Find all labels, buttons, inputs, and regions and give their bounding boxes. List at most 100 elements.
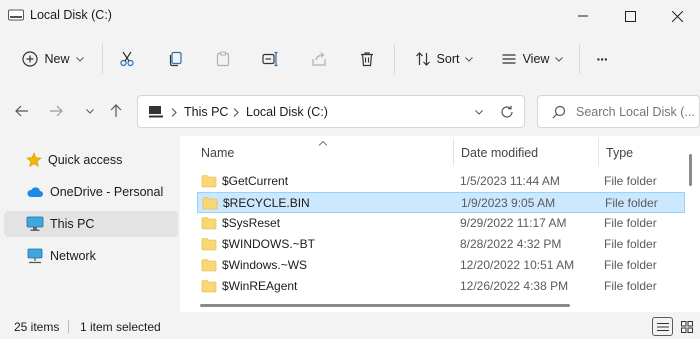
file-name: $Windows.~WS xyxy=(222,258,308,272)
table-row[interactable]: $Windows.~WS 12/20/2022 10:51 AM File fold… xyxy=(197,255,685,276)
file-name: $WinREAgent xyxy=(222,279,298,293)
nav-item-label: Quick access xyxy=(48,153,123,167)
column-header-type[interactable]: Type xyxy=(599,136,685,170)
vertical-scrollbar-thumb[interactable] xyxy=(689,154,692,186)
sort-icon xyxy=(415,52,430,66)
arrow-up-icon xyxy=(110,104,122,117)
cut-icon xyxy=(120,51,134,67)
horizontal-scrollbar-thumb[interactable] xyxy=(200,304,570,307)
sort-label: Sort xyxy=(436,52,460,66)
column-header-name-label: Name xyxy=(201,146,235,160)
toolbar-divider xyxy=(579,44,580,74)
folder-icon xyxy=(201,217,217,230)
file-type: File folder xyxy=(604,258,657,272)
close-button[interactable] xyxy=(654,0,700,32)
maximize-button[interactable] xyxy=(607,0,653,32)
nav-item-label: Network xyxy=(50,249,96,263)
tiles-view-button[interactable] xyxy=(676,317,697,336)
address-bar[interactable]: This PC Local Disk (C:) xyxy=(137,95,525,128)
title-bar: Local Disk (C:) xyxy=(0,0,700,32)
table-row[interactable]: $WinREAgent 12/26/2022 4:38 PM File folder xyxy=(197,276,685,297)
view-icon xyxy=(502,54,516,64)
breadcrumb-this-pc[interactable]: This PC xyxy=(184,105,228,119)
drive-icon xyxy=(8,9,24,21)
table-row[interactable]: $SysReset 9/29/2022 11:17 AM File folder xyxy=(197,213,685,234)
nav-item-this-pc[interactable]: This PC xyxy=(4,211,178,237)
table-row[interactable]: $RECYCLE.BIN 1/9/2023 9:05 AM File folder xyxy=(197,192,685,213)
item-count: 25 items xyxy=(14,320,60,334)
back-button[interactable] xyxy=(8,96,36,126)
selection-count: 1 item selected xyxy=(80,320,161,334)
nav-item-onedrive[interactable]: OneDrive - Personal xyxy=(4,179,178,205)
nav-item-label: OneDrive - Personal xyxy=(50,185,164,199)
file-type: File folder xyxy=(604,216,657,230)
nav-item-label: This PC xyxy=(50,217,95,231)
paste-button[interactable] xyxy=(208,44,238,74)
file-type: File folder xyxy=(605,196,658,210)
chevron-down-icon xyxy=(86,108,94,114)
tiles-view-icon xyxy=(680,320,693,333)
details-view-icon xyxy=(656,322,669,331)
view-button[interactable]: View xyxy=(492,44,572,74)
toolbar-divider xyxy=(394,44,395,74)
address-history-button[interactable] xyxy=(468,102,490,122)
star-icon xyxy=(26,152,42,168)
arrow-left-icon xyxy=(15,105,28,117)
file-list: Name Date modified Type $GetCurrent 1/5/2… xyxy=(180,136,700,312)
table-row[interactable]: $WINDOWS.~BT 8/28/2022 4:32 PM File folder xyxy=(197,234,685,255)
forward-button[interactable] xyxy=(42,96,70,126)
file-date: 12/26/2022 4:38 PM xyxy=(460,279,569,293)
share-icon xyxy=(312,52,326,66)
chevron-right-icon xyxy=(171,108,177,117)
cloud-icon xyxy=(27,187,43,197)
chevron-right-icon xyxy=(233,108,239,117)
chevron-down-icon xyxy=(75,56,84,62)
file-date: 8/28/2022 4:32 PM xyxy=(460,237,562,251)
search-input[interactable] xyxy=(576,102,698,122)
rename-button[interactable] xyxy=(256,44,286,74)
refresh-icon xyxy=(501,105,513,118)
file-date: 1/9/2023 9:05 AM xyxy=(461,196,556,210)
table-row[interactable]: $GetCurrent 1/5/2023 11:44 AM File folder xyxy=(197,171,685,192)
nav-item-network[interactable]: Network xyxy=(4,243,178,269)
details-view-button[interactable] xyxy=(652,317,673,336)
file-date: 12/20/2022 10:51 AM xyxy=(460,258,575,272)
folder-icon xyxy=(201,280,217,293)
maximize-icon xyxy=(624,10,636,22)
paste-icon xyxy=(216,51,230,67)
column-header-name[interactable]: Name xyxy=(180,136,450,170)
chevron-down-icon xyxy=(475,109,483,115)
arrow-right-icon xyxy=(50,105,63,117)
more-options-button[interactable]: ··· xyxy=(587,44,617,74)
up-button[interactable] xyxy=(102,96,130,126)
status-divider xyxy=(68,320,69,333)
new-button[interactable]: New xyxy=(14,44,92,74)
search-box[interactable] xyxy=(537,95,700,128)
network-icon xyxy=(27,248,43,264)
plus-circle-icon xyxy=(22,51,39,67)
view-label: View xyxy=(522,52,550,66)
sort-button[interactable]: Sort xyxy=(404,44,484,74)
file-type: File folder xyxy=(604,174,657,188)
recent-locations-button[interactable] xyxy=(76,96,104,126)
folder-icon xyxy=(201,175,217,188)
breadcrumb-local-disk[interactable]: Local Disk (C:) xyxy=(246,105,328,119)
refresh-button[interactable] xyxy=(496,102,518,122)
toolbar-divider xyxy=(102,44,103,74)
delete-button[interactable] xyxy=(352,44,382,74)
cut-button[interactable] xyxy=(112,44,142,74)
new-label: New xyxy=(44,52,70,66)
chevron-down-icon xyxy=(465,56,474,62)
copy-button[interactable] xyxy=(161,44,191,74)
window-title: Local Disk (C:) xyxy=(30,8,112,22)
share-button[interactable] xyxy=(304,44,334,74)
navigation-pane: Quick access OneDrive - Personal This PC… xyxy=(0,136,180,312)
pc-icon xyxy=(149,106,163,118)
file-type: File folder xyxy=(604,279,657,293)
nav-item-quick-access[interactable]: Quick access xyxy=(4,147,178,173)
column-header-date[interactable]: Date modified xyxy=(454,136,598,170)
file-name: $RECYCLE.BIN xyxy=(223,196,310,210)
minimize-button[interactable] xyxy=(560,0,606,32)
more-icon: ··· xyxy=(596,51,609,67)
file-type: File folder xyxy=(604,237,657,251)
